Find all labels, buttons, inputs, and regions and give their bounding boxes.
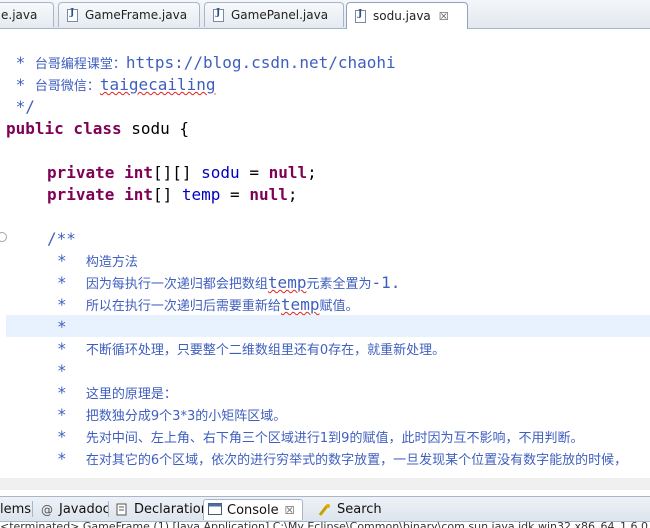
- tab-label: Console: [227, 502, 279, 518]
- code-line: private int[][] sodu = null;: [47, 163, 317, 182]
- java-file-icon: [67, 8, 78, 22]
- code-line: * 不断循环处理，只要整个二维数组里还有0存在，就重新处理。: [57, 339, 446, 358]
- close-icon[interactable]: ☒: [439, 10, 449, 23]
- tab-label: lems: [0, 502, 32, 517]
- tab-label: GameFrame.java: [85, 8, 188, 22]
- code-line: private int[] temp = null;: [47, 185, 298, 204]
- code-line: *: [57, 361, 67, 380]
- tab-label: Declaration: [134, 502, 209, 517]
- code-line: *: [57, 317, 67, 336]
- code-line: */: [6, 97, 35, 116]
- horizontal-scrollbar[interactable]: [0, 478, 650, 490]
- code-line: * 把数独分成9个3*3的小矩阵区域。: [57, 405, 287, 424]
- code-line: * 先对中间、左上角、右下角三个区域进行1到9的赋值，此时因为互不影响，不用判断…: [57, 427, 584, 446]
- code-line: * 因为每执行一次递归都会把数组temp元素全置为-1.: [57, 273, 401, 292]
- tab-sodu-java[interactable]: sodu.java ☒: [346, 2, 468, 29]
- tab-label: e.java: [1, 8, 38, 22]
- code-line: * 台哥微信：taigecailing: [6, 75, 216, 94]
- code-editor[interactable]: * 台哥编程课堂：https://blog.csdn.net/chaohi * …: [0, 29, 650, 490]
- tab-search[interactable]: Search: [314, 499, 386, 520]
- tab-label: GamePanel.java: [231, 8, 329, 22]
- declaration-icon: [115, 503, 129, 517]
- tab-label: Search: [337, 502, 382, 517]
- code-line: * 在对其它的6个区域，依次的进行穷举式的数字放置，一旦发现某个位置没有数字能放…: [57, 449, 628, 468]
- tab-e-java[interactable]: e.java: [0, 2, 54, 27]
- editor-tab-bar: e.java GameFrame.java GamePanel.java sod…: [0, 0, 650, 29]
- tab-separator: [32, 501, 33, 517]
- view-tab-bar: lems @ Javadoc Declaration Console ☒ Sea…: [0, 496, 650, 522]
- search-icon: [318, 503, 332, 517]
- tab-gameframe-java[interactable]: GameFrame.java: [58, 2, 200, 27]
- tab-separator: [108, 501, 109, 517]
- current-line-highlight: [6, 315, 650, 337]
- tab-console[interactable]: Console ☒: [203, 499, 303, 520]
- tab-label: sodu.java: [373, 9, 431, 23]
- javadoc-icon: @: [41, 502, 53, 517]
- code-line: * 台哥编程课堂：https://blog.csdn.net/chaohi: [6, 53, 396, 72]
- code-line: * 所以在执行一次递归后需要重新给temp赋值。: [57, 295, 359, 314]
- code-line: /**: [47, 229, 76, 248]
- close-icon[interactable]: ☒: [285, 504, 295, 517]
- tab-gamepanel-java[interactable]: GamePanel.java: [204, 2, 344, 27]
- java-file-icon: [213, 8, 224, 22]
- code-line: * 这里的原理是：: [57, 383, 177, 402]
- tab-label: Javadoc: [59, 502, 110, 517]
- tab-problems[interactable]: lems: [0, 499, 35, 520]
- console-icon: [208, 503, 222, 517]
- java-file-icon: [355, 9, 366, 23]
- tab-javadoc[interactable]: @ Javadoc: [36, 499, 114, 520]
- code-line: * 构造方法: [57, 251, 138, 270]
- code-line: public class sodu {: [6, 119, 190, 138]
- console-status-text: <terminated> GameFrame (1) [Java Applica…: [0, 521, 650, 528]
- tab-declaration[interactable]: Declaration: [111, 499, 213, 520]
